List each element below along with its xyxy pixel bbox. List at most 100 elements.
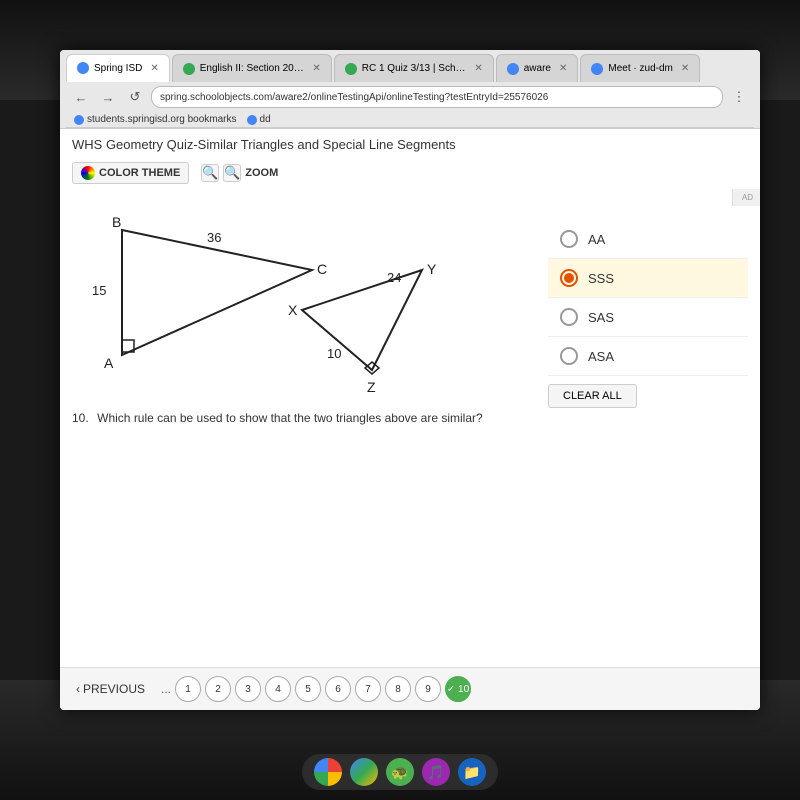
toolbar: COLOR THEME 🔍 🔍 ZOOM: [72, 158, 748, 188]
page-content: WHS Geometry Quiz-Similar Triangles and …: [60, 129, 760, 710]
zoom-out-button[interactable]: 🔍: [201, 164, 219, 182]
ad-placeholder: AD: [732, 189, 760, 206]
question-number: 10.: [72, 411, 89, 425]
choice-label-asa: ASA: [588, 349, 614, 364]
svg-text:24: 24: [387, 270, 401, 285]
address-bar-row: ← → ↺ spring.schoolobjects.com/aware2/on…: [66, 82, 754, 112]
previous-label: PREVIOUS: [83, 682, 145, 696]
taskbar-turtle-icon[interactable]: 🐢: [386, 758, 414, 786]
taskbar-drive-icon[interactable]: [350, 758, 378, 786]
bookmarks-bar: students.springisd.org bookmarks dd: [66, 112, 754, 128]
svg-text:A: A: [104, 355, 114, 371]
choice-aa[interactable]: AA: [548, 220, 748, 259]
address-input[interactable]: spring.schoolobjects.com/aware2/onlineTe…: [151, 86, 723, 108]
browser-window: Spring ISD ✕ English II: Section 20-7 | …: [60, 50, 760, 710]
tab-close-english[interactable]: ✕: [312, 63, 320, 74]
ellipsis: ...: [161, 682, 171, 696]
zoom-in-button[interactable]: 🔍: [223, 164, 241, 182]
svg-text:10: 10: [327, 346, 341, 361]
choice-label-sss: SSS: [588, 271, 614, 286]
tab-label-english: English II: Section 20-7 | Scho...: [200, 63, 305, 74]
prev-chevron-icon: ‹: [76, 682, 80, 696]
tab-close-meet[interactable]: ✕: [681, 63, 689, 74]
taskbar-chrome-icon[interactable]: [314, 758, 342, 786]
palette-icon: [81, 166, 95, 180]
extensions-button[interactable]: ⋮: [728, 86, 750, 108]
tab-bar: Spring ISD ✕ English II: Section 20-7 | …: [66, 54, 754, 82]
tab-favicon-rc-quiz: [345, 63, 357, 75]
page-btn-7[interactable]: 7: [355, 676, 381, 702]
bookmark-students[interactable]: students.springisd.org bookmarks: [74, 114, 237, 125]
svg-text:Y: Y: [427, 261, 437, 277]
radio-sas[interactable]: [560, 308, 578, 326]
svg-text:36: 36: [207, 230, 221, 245]
choice-sas[interactable]: SAS: [548, 298, 748, 337]
tab-close-aware[interactable]: ✕: [559, 63, 567, 74]
svg-text:C: C: [317, 261, 327, 277]
tab-label-meet: Meet · zud-dm: [608, 63, 672, 74]
tab-favicon-spring-isd: [77, 62, 89, 74]
svg-text:B: B: [112, 214, 121, 230]
tab-label-aware: aware: [524, 63, 551, 74]
tab-aware[interactable]: aware ✕: [496, 54, 579, 82]
choice-asa[interactable]: ASA: [548, 337, 748, 376]
page-navigation: ... 1 2 3 4 5 6 7 8 9 ✓ 10: [161, 676, 471, 702]
page-btn-6[interactable]: 6: [325, 676, 351, 702]
bookmark-label-dd: dd: [260, 114, 271, 125]
answer-choices: AA SSS SAS: [548, 200, 748, 427]
radio-aa[interactable]: [560, 230, 578, 248]
back-button[interactable]: ←: [70, 86, 92, 108]
radio-sss[interactable]: [560, 269, 578, 287]
bookmark-favicon-students: [74, 115, 84, 125]
bookmark-label-students: students.springisd.org bookmarks: [87, 114, 237, 125]
tab-favicon-aware: [507, 63, 519, 75]
tab-rc-quiz[interactable]: RC 1 Quiz 3/13 | Schoology ✕: [334, 54, 494, 82]
svg-text:Z: Z: [367, 379, 376, 395]
triangles-diagram: B C A 36 15 X: [72, 200, 472, 400]
tab-label-spring-isd: Spring ISD: [94, 63, 142, 74]
screen: Spring ISD ✕ English II: Section 20-7 | …: [60, 50, 760, 710]
page-btn-10[interactable]: ✓ 10: [445, 676, 471, 702]
zoom-label: ZOOM: [245, 167, 278, 179]
tab-spring-isd[interactable]: Spring ISD ✕: [66, 54, 170, 82]
page-btn-2[interactable]: 2: [205, 676, 231, 702]
tab-meet[interactable]: Meet · zud-dm ✕: [580, 54, 700, 82]
tab-english[interactable]: English II: Section 20-7 | Scho... ✕: [172, 54, 332, 82]
radio-asa[interactable]: [560, 347, 578, 365]
page-btn-4[interactable]: 4: [265, 676, 291, 702]
browser-chrome: Spring ISD ✕ English II: Section 20-7 | …: [60, 50, 760, 129]
tab-label-rc-quiz: RC 1 Quiz 3/13 | Schoology: [362, 63, 467, 74]
bookmark-favicon-dd: [247, 115, 257, 125]
question-line: 10. Which rule can be used to show that …: [72, 409, 528, 427]
tab-favicon-english: [183, 63, 195, 75]
page-btn-1[interactable]: 1: [175, 676, 201, 702]
svg-text:X: X: [288, 302, 298, 318]
page-btn-9[interactable]: 9: [415, 676, 441, 702]
svg-text:15: 15: [92, 283, 106, 298]
page-title: WHS Geometry Quiz-Similar Triangles and …: [72, 137, 748, 152]
tab-close-spring-isd[interactable]: ✕: [150, 63, 158, 74]
taskbar-music-icon[interactable]: 🎵: [422, 758, 450, 786]
page-btn-8[interactable]: 8: [385, 676, 411, 702]
choice-label-aa: AA: [588, 232, 605, 247]
bottom-nav: ‹ PREVIOUS ... 1 2 3 4 5 6 7 8 9 ✓ 10: [60, 667, 760, 710]
forward-button[interactable]: →: [97, 86, 119, 108]
previous-button[interactable]: ‹ PREVIOUS: [76, 682, 145, 696]
color-theme-label: COLOR THEME: [99, 167, 180, 179]
color-theme-button[interactable]: COLOR THEME: [72, 162, 189, 184]
choice-sss[interactable]: SSS: [548, 259, 748, 298]
reload-button[interactable]: ↺: [124, 86, 146, 108]
question-area: B C A 36 15 X: [72, 200, 748, 427]
zoom-controls: 🔍 🔍 ZOOM: [201, 164, 278, 182]
page-btn-5[interactable]: 5: [295, 676, 321, 702]
bookmark-dd[interactable]: dd: [247, 114, 271, 125]
page-btn-3[interactable]: 3: [235, 676, 261, 702]
tab-favicon-meet: [591, 63, 603, 75]
radio-sss-inner: [564, 273, 574, 283]
tab-close-rc-quiz[interactable]: ✕: [474, 63, 482, 74]
clear-all-button[interactable]: CLEAR ALL: [548, 384, 637, 408]
triangle-area: B C A 36 15 X: [72, 200, 528, 427]
taskbar-folder-icon[interactable]: 📁: [458, 758, 486, 786]
choice-label-sas: SAS: [588, 310, 614, 325]
question-text: Which rule can be used to show that the …: [97, 411, 483, 425]
